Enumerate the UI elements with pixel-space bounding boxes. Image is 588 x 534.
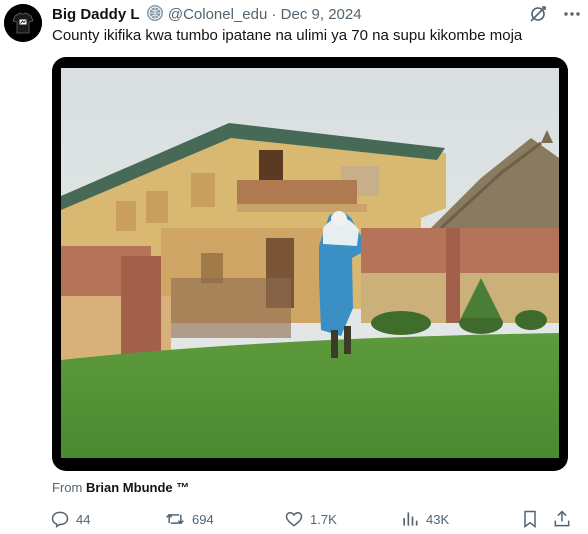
share-button[interactable]: [552, 508, 572, 530]
reply-count: 44: [76, 511, 91, 527]
avatar[interactable]: [4, 4, 42, 42]
grok-icon[interactable]: [528, 4, 548, 29]
heart-icon: [285, 511, 303, 527]
tweet-text: County ikifika kwa tumbo ipatane na ulim…: [52, 27, 523, 44]
attribution-source-link[interactable]: Brian Mbunde ™: [86, 480, 189, 495]
verified-badge-icon: [146, 4, 164, 28]
repost-icon: [166, 513, 184, 525]
views-bar-chart-icon: [403, 512, 418, 526]
post-date[interactable]: Dec 9, 2024: [281, 6, 362, 23]
header-actions: [528, 4, 582, 29]
attribution-prefix: From: [52, 480, 83, 495]
tweet-media-video[interactable]: [52, 57, 568, 471]
tshirt-logo-icon: [4, 4, 42, 42]
separator-dot: ·: [271, 6, 277, 23]
share-icon: [554, 510, 570, 527]
bookmark-button[interactable]: [520, 508, 540, 530]
repost-count: 694: [192, 511, 214, 527]
views-button[interactable]: 43K: [400, 508, 449, 530]
tweet-header: Big Daddy L @Colonel_edu · Dec 9, 2024: [52, 4, 578, 24]
media-attribution: From Brian Mbunde ™: [52, 480, 189, 495]
views-count: 43K: [426, 511, 450, 527]
reply-button[interactable]: 44: [50, 508, 90, 530]
like-count: 1.7K: [310, 511, 337, 527]
like-button[interactable]: 1.7K: [284, 508, 337, 530]
reply-icon: [51, 511, 69, 528]
user-handle[interactable]: @Colonel_edu: [168, 6, 267, 23]
repost-button[interactable]: 694: [164, 508, 214, 530]
video-still-image: [61, 68, 559, 458]
display-name[interactable]: Big Daddy L: [52, 6, 140, 23]
bookmark-icon: [524, 510, 536, 528]
more-options-icon[interactable]: [562, 4, 582, 29]
tweet-action-bar: 44 694 1.7K 43K: [50, 508, 580, 532]
